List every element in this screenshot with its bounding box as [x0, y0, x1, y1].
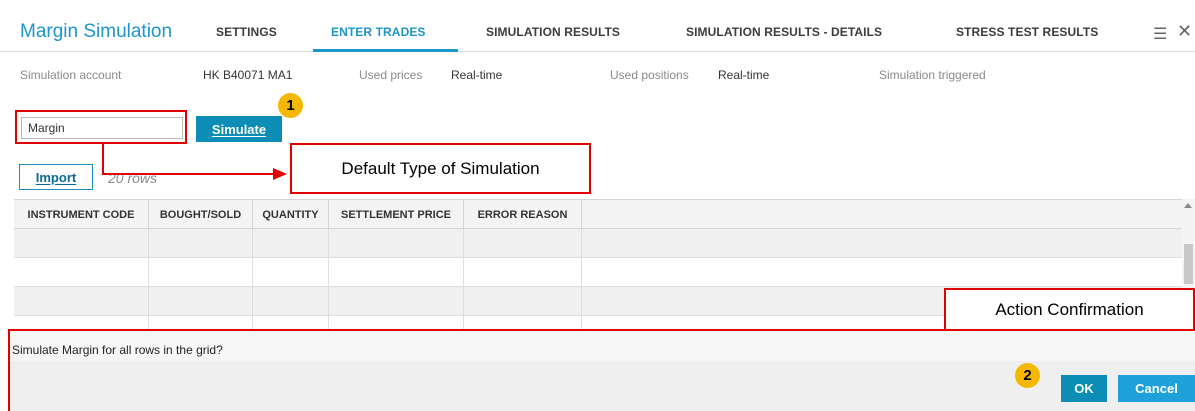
column-header-settlement-price[interactable]: SETTLEMENT PRICE: [329, 200, 464, 229]
simulation-type-highlight: [15, 110, 187, 144]
import-button[interactable]: Import: [19, 164, 93, 190]
simulate-button[interactable]: Simulate: [196, 116, 282, 142]
used-prices-label: Used prices: [359, 68, 423, 82]
tab-stress-test-results[interactable]: STRESS TEST RESULTS: [956, 25, 1098, 39]
simulation-triggered-label: Simulation triggered: [879, 68, 986, 82]
grid-header: INSTRUMENT CODE BOUGHT/SOLD QUANTITY SET…: [14, 200, 1182, 229]
column-header-bought-sold[interactable]: BOUGHT/SOLD: [149, 200, 253, 229]
simulate-button-label: Simulate: [211, 121, 267, 137]
active-tab-indicator: [313, 49, 458, 52]
step-badge-2: 2: [1015, 363, 1040, 388]
table-row[interactable]: [14, 229, 1182, 258]
action-confirmation-callout: Action Confirmation: [944, 288, 1195, 332]
default-type-callout: Default Type of Simulation: [290, 143, 591, 194]
app-title: Margin Simulation: [20, 21, 173, 42]
app-header: Margin Simulation SETTINGS ENTER TRADES …: [0, 0, 1195, 52]
used-positions-value: Real-time: [718, 68, 770, 82]
simulation-account-value: HK B40071 MA1: [203, 68, 293, 82]
cancel-button[interactable]: Cancel: [1118, 375, 1195, 402]
table-row[interactable]: [14, 258, 1182, 287]
tab-settings[interactable]: SETTINGS: [216, 25, 277, 39]
simulation-account-label: Simulation account: [20, 68, 122, 82]
step-badge-1: 1: [278, 93, 303, 118]
close-icon[interactable]: ✕: [1177, 21, 1192, 42]
import-button-label: Import: [35, 169, 77, 185]
hamburger-menu-icon[interactable]: ☰: [1153, 24, 1167, 44]
used-prices-value: Real-time: [451, 68, 503, 82]
tab-simulation-results-details[interactable]: SIMULATION RESULTS - DETAILS: [686, 25, 882, 39]
column-header-instrument-code[interactable]: INSTRUMENT CODE: [14, 200, 149, 229]
annotation-arrow-head: [273, 168, 287, 180]
column-header-error-reason[interactable]: ERROR REASON: [464, 200, 582, 229]
used-positions-label: Used positions: [610, 68, 689, 82]
confirmation-message: Simulate Margin for all rows in the grid…: [12, 343, 223, 357]
tab-enter-trades[interactable]: ENTER TRADES: [331, 25, 426, 39]
scroll-thumb[interactable]: [1184, 244, 1193, 284]
ok-button[interactable]: OK: [1061, 375, 1107, 402]
scroll-up-arrow-icon[interactable]: [1184, 203, 1192, 208]
tab-simulation-results[interactable]: SIMULATION RESULTS: [486, 25, 620, 39]
annotation-connector-horizontal: [102, 173, 278, 175]
column-header-quantity[interactable]: QUANTITY: [253, 200, 329, 229]
annotation-connector-vertical: [102, 143, 104, 175]
